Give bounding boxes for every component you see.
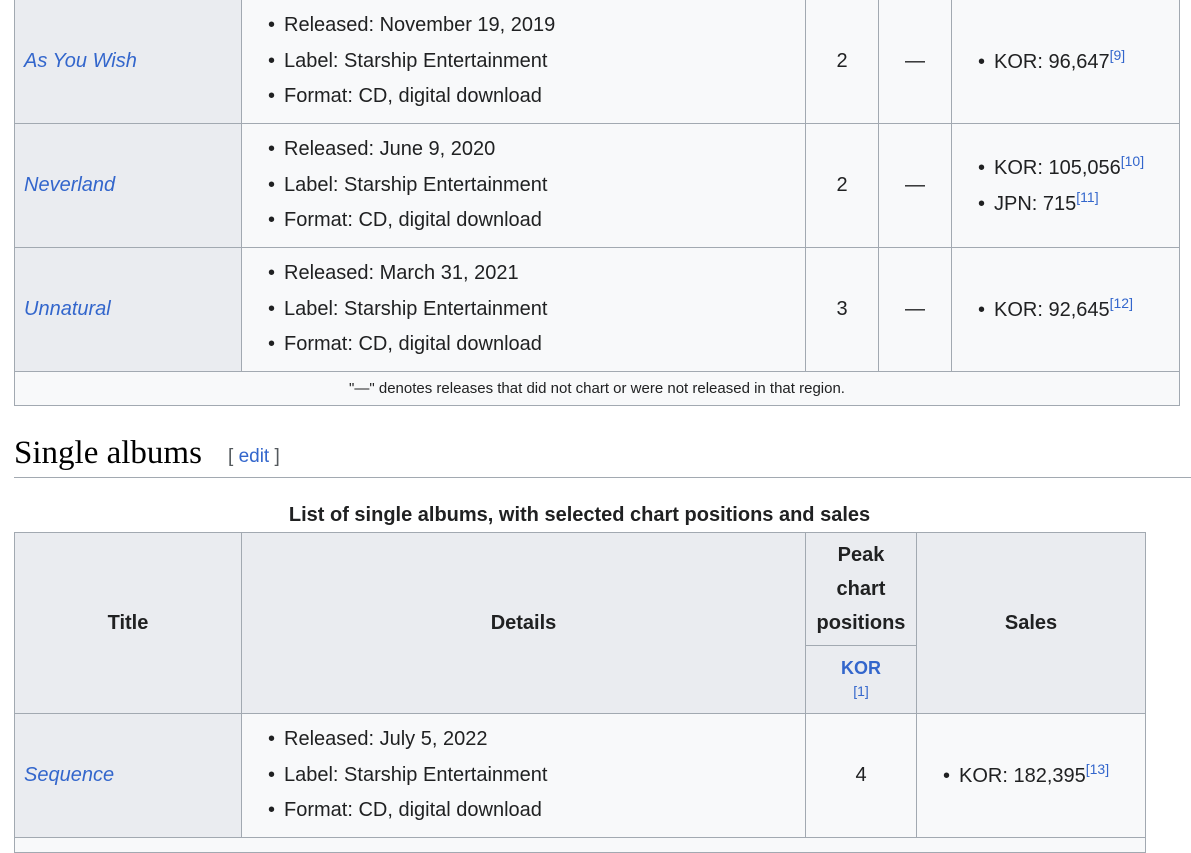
header-sales: Sales [916,532,1146,714]
peak-kor: 2 [805,123,879,248]
album-details-cell: Released: July 5, 2022 Label: Starship E… [241,713,806,838]
album-title-link[interactable]: Sequence [24,764,114,786]
table-row-partial [14,837,1146,853]
peak-other: — [878,247,952,372]
sales-cell: KOR: 92,645[12] [951,247,1180,372]
table-row: Sequence Released: July 5, 2022 Label: S… [14,713,1146,838]
peak-kor: 2 [805,0,879,124]
release-format: Format: CD, digital download [268,793,804,829]
citation-link[interactable]: [10] [1121,153,1144,169]
sales-value: JPN: 715 [994,192,1077,215]
table-row: As You Wish Released: November 19, 2019 … [14,0,1180,124]
peak-other: — [878,123,952,248]
album-title-cell: Unnatural [14,247,242,372]
edit-bracket-close: ] [274,446,280,467]
studio-albums-table: As You Wish Released: November 19, 2019 … [14,0,1180,406]
header-peak-line: chart [836,578,886,600]
sales-cell: KOR: 182,395[13] [916,713,1146,838]
section-heading: Single albums [ edit ] [14,432,1191,478]
album-title-link[interactable]: Unnatural [24,298,111,320]
header-kor: KOR [1] [805,645,917,714]
sales-cell: KOR: 96,647[9] [951,0,1180,124]
single-albums-table: Title Details Peak chart positions Sales… [14,532,1146,853]
album-title-cell: As You Wish [14,0,242,124]
release-date: Released: March 31, 2021 [268,256,804,292]
citation-link[interactable]: [9] [1110,47,1126,63]
sales-item: JPN: 715[11] [978,186,1178,222]
sales-value: KOR: 182,395 [959,764,1086,787]
album-title-link[interactable]: As You Wish [24,50,137,72]
record-label: Label: Starship Entertainment [268,292,804,328]
album-details-cell: Released: November 19, 2019 Label: Stars… [241,0,806,124]
album-title-cell: Sequence [14,713,242,838]
release-format: Format: CD, digital download [268,203,804,239]
table-caption: List of single albums, with selected cha… [288,504,871,526]
release-format: Format: CD, digital download [268,327,804,363]
citation-link[interactable]: [13] [1086,761,1109,777]
citation-link[interactable]: [11] [1076,189,1098,205]
record-label: Label: Starship Entertainment [268,44,804,80]
edit-link[interactable]: edit [239,446,270,467]
sales-item: KOR: 92,645[12] [978,292,1178,328]
record-label: Label: Starship Entertainment [268,758,804,794]
sales-cell: KOR: 105,056[10] JPN: 715[11] [951,123,1180,248]
citation-link[interactable]: [12] [1110,295,1133,311]
header-peak-line: positions [816,612,906,634]
header-details: Details [241,532,806,714]
sales-value: KOR: 105,056 [994,156,1121,179]
table-row: Unnatural Released: March 31, 2021 Label… [14,247,1180,372]
sales-value: KOR: 92,645 [994,298,1110,321]
release-date: Released: June 9, 2020 [268,132,804,168]
release-date: Released: November 19, 2019 [268,8,804,44]
header-peak-line: Peak [837,544,885,566]
header-row: Title Details Peak chart positions Sales [14,532,1146,714]
sales-item: KOR: 96,647[9] [978,44,1178,80]
chart-footnote: "—" denotes releases that did not chart … [14,371,1180,406]
edit-bracket-open: [ [228,446,234,467]
peak-kor: 4 [805,713,917,838]
album-details-cell: Released: June 9, 2020 Label: Starship E… [241,123,806,248]
album-details-cell: Released: March 31, 2021 Label: Starship… [241,247,806,372]
peak-kor: 3 [805,247,879,372]
edit-section: [ edit ] [228,446,280,468]
record-label: Label: Starship Entertainment [268,168,804,204]
sales-value: KOR: 96,647 [994,50,1110,73]
release-format: Format: CD, digital download [268,79,804,115]
header-peak-chart-positions: Peak chart positions [805,532,917,646]
album-title-link[interactable]: Neverland [24,174,115,196]
table-row: Neverland Released: June 9, 2020 Label: … [14,123,1180,248]
peak-other: — [878,0,952,124]
sales-item: KOR: 105,056[10] [978,150,1178,186]
release-date: Released: July 5, 2022 [268,722,804,758]
section-title: Single albums [14,435,202,471]
table-footer-row: "—" denotes releases that did not chart … [14,371,1180,406]
header-title: Title [14,532,242,714]
sales-item: KOR: 182,395[13] [943,758,1144,794]
partial-cell [14,837,1146,853]
kor-chart-link[interactable]: KOR [841,658,881,678]
album-title-cell: Neverland [14,123,242,248]
citation-link[interactable]: [1] [853,683,869,699]
